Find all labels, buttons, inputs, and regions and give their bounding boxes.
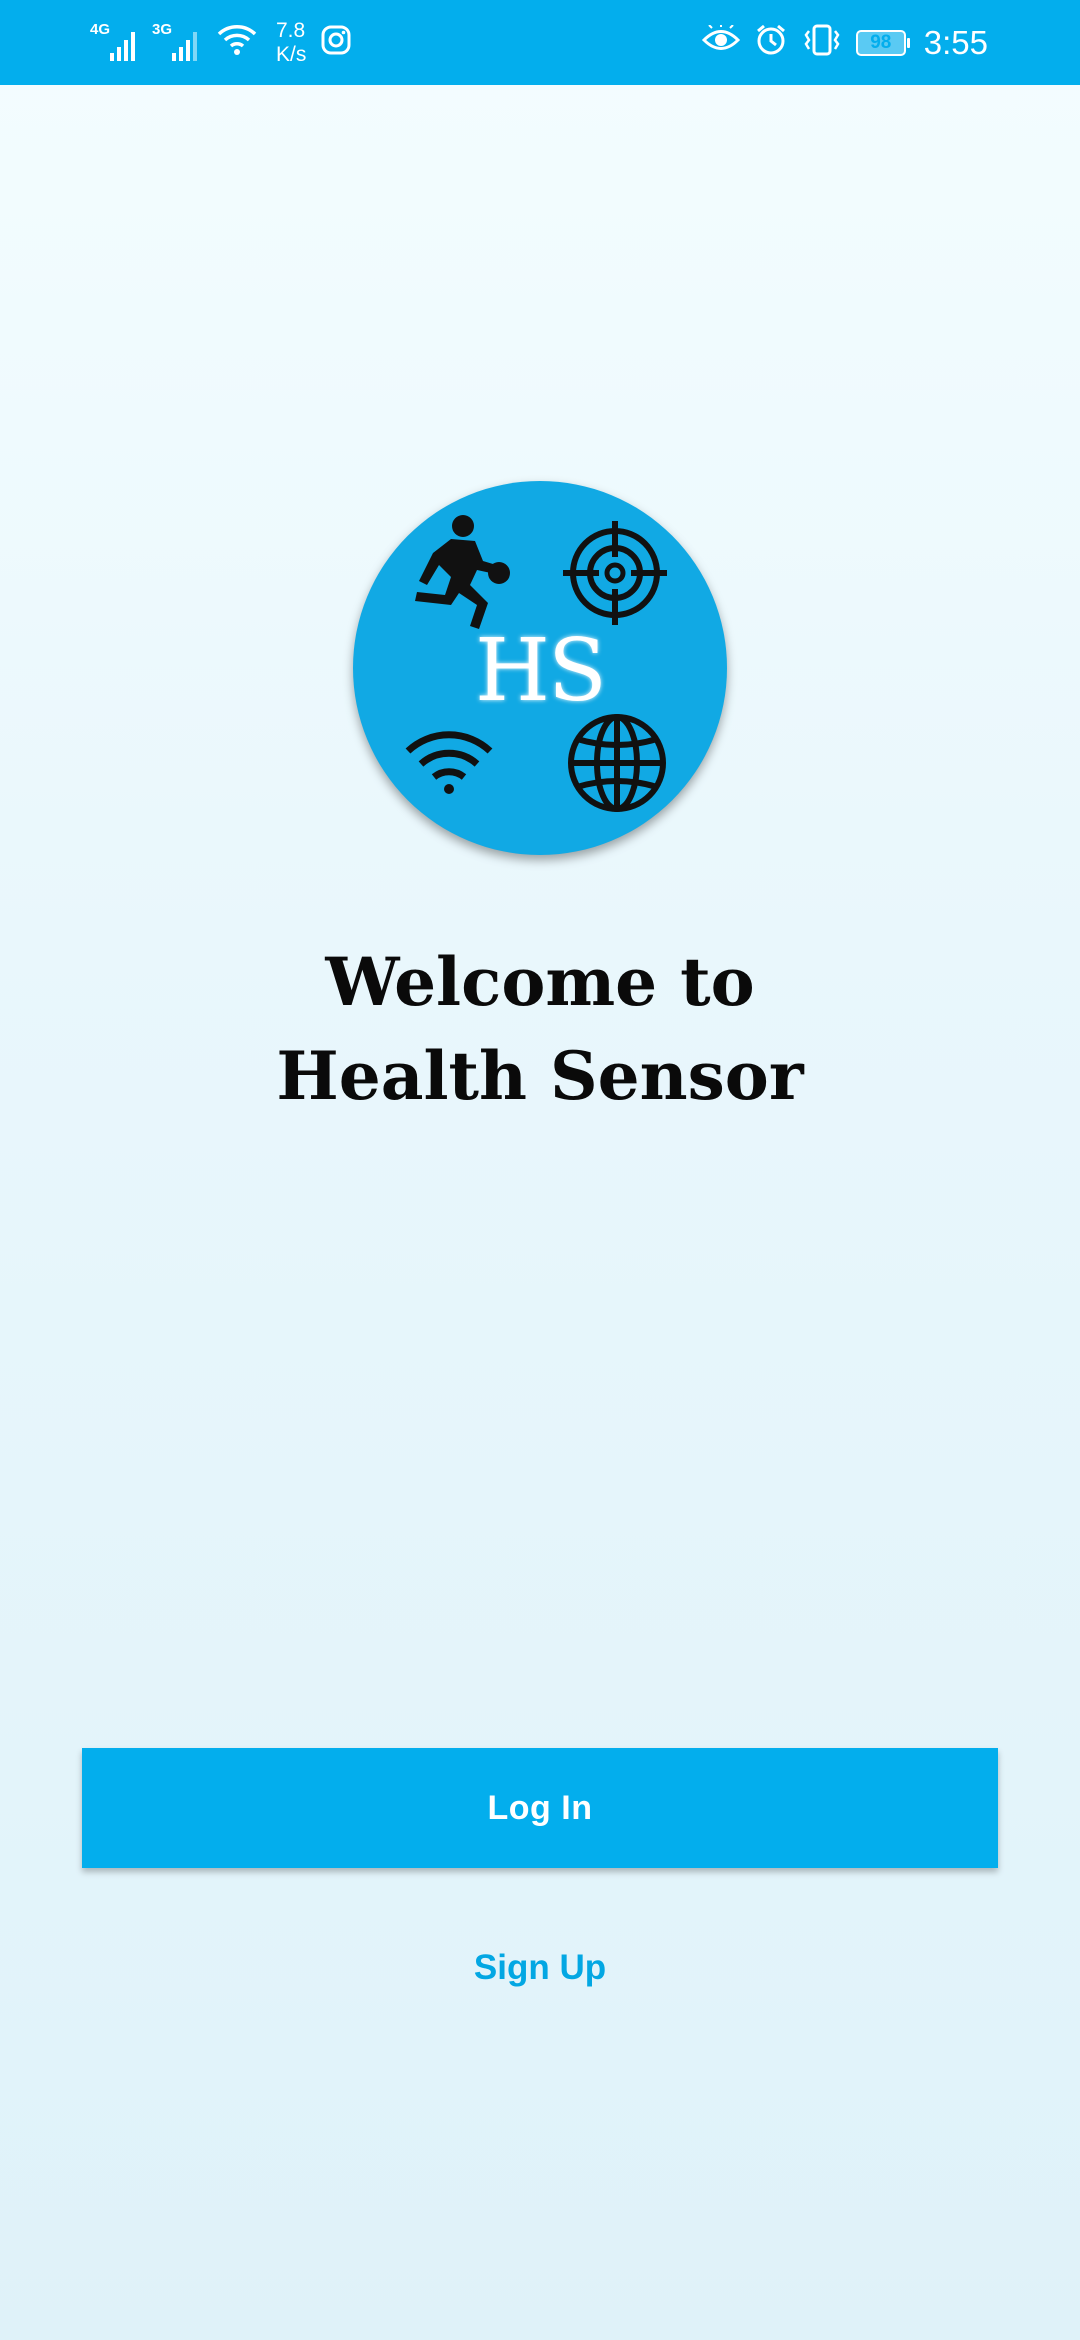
network-type-1: 4G	[90, 20, 111, 38]
logo-text: HS	[475, 621, 607, 721]
network-speed: 7.8 K/s	[276, 19, 306, 67]
wifi-icon	[216, 22, 258, 63]
login-button[interactable]: Log In	[82, 1748, 998, 1868]
speed-value: 7.8	[276, 18, 306, 42]
runner-icon	[415, 515, 510, 629]
battery-icon: 98	[855, 29, 910, 56]
vibrate-icon	[802, 23, 842, 62]
network-type-2: 3G	[152, 20, 173, 38]
status-bar-right: 98 3:55	[701, 0, 988, 85]
signup-link[interactable]: Sign Up	[0, 1948, 1080, 1988]
globe-icon	[568, 714, 666, 812]
signal-icon: 3G	[152, 20, 202, 63]
status-bar-left: 4G 3G 7.8 K/s	[90, 0, 352, 85]
speed-unit: K/s	[276, 42, 307, 66]
battery-level: 98	[870, 31, 892, 53]
signal-icon: 4G	[90, 20, 140, 63]
welcome-line-2: Health Sensor	[276, 1037, 804, 1115]
target-icon	[563, 521, 667, 625]
status-time: 3:55	[923, 23, 988, 61]
app-logo: HS	[353, 481, 727, 855]
status-bar: 4G 3G 7.8 K/s 98 3:55	[0, 0, 1080, 85]
eye-comfort-icon	[701, 23, 740, 60]
alarm-icon	[754, 23, 788, 62]
welcome-heading: Welcome to Health Sensor	[0, 935, 1080, 1123]
welcome-line-1: Welcome to	[325, 943, 755, 1021]
wifi-icon	[405, 731, 493, 794]
instagram-icon	[320, 24, 352, 61]
